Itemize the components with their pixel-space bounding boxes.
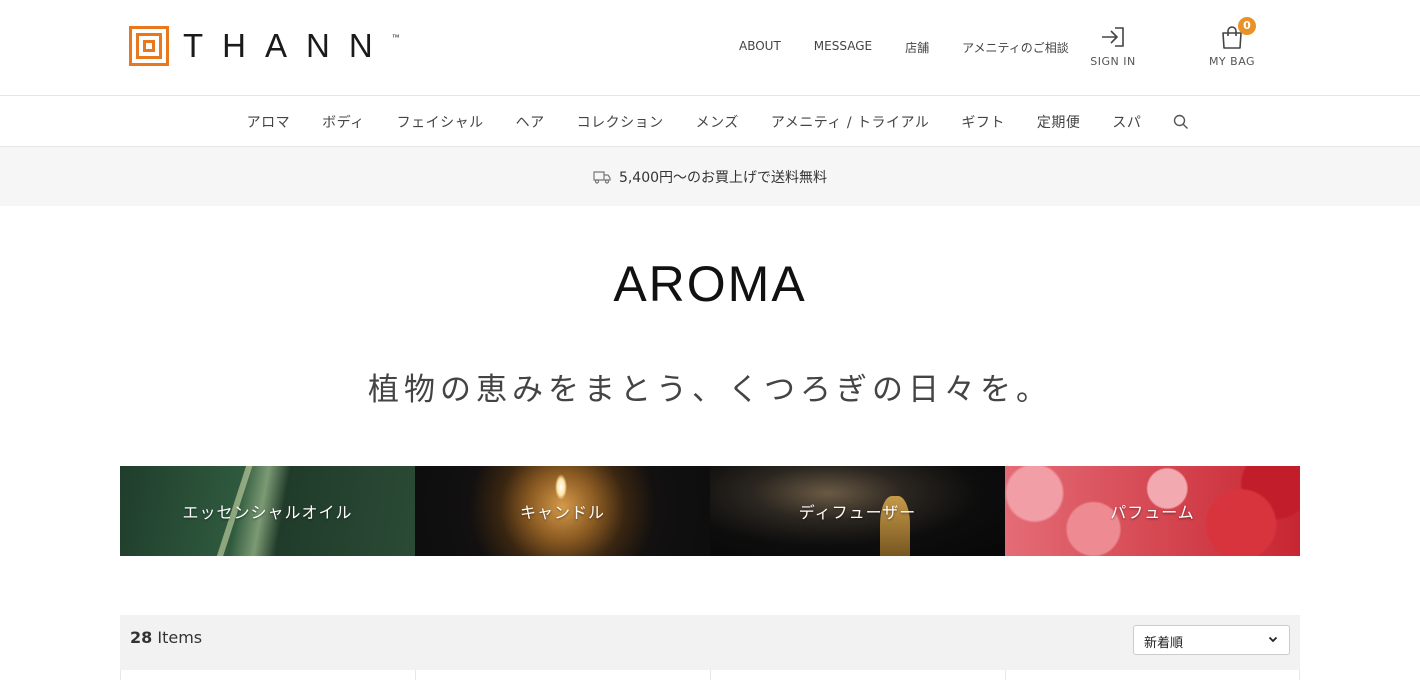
logo-text: THANN — [183, 27, 392, 64]
nav-message[interactable]: MESSAGE — [814, 39, 872, 56]
page-tagline: 植物の恵みをまとう、くつろぎの日々を。 — [368, 372, 1052, 408]
bag-count-badge: 0 — [1238, 17, 1256, 35]
subcategory-tiles: エッセンシャルオイル キャンドル ディフューザー パフューム — [120, 466, 1300, 556]
tile-label: パフューム — [1110, 503, 1195, 522]
cat-spa[interactable]: スパ — [1112, 112, 1141, 132]
tile-label: キャンドル — [519, 503, 605, 522]
tile-diffuser[interactable]: ディフューザー — [710, 466, 1005, 556]
thann-logo[interactable]: THANN ™ — [129, 26, 400, 66]
my-bag-label: MY BAG — [1208, 55, 1256, 68]
nav-stores[interactable]: 店舗 — [905, 39, 929, 56]
utility-nav: ABOUT MESSAGE 店舗 アメニティのご相談 — [739, 39, 1102, 56]
cat-aroma[interactable]: アロマ — [247, 112, 291, 132]
product-card[interactable] — [1005, 670, 1300, 680]
item-count-number: 28 — [130, 628, 153, 647]
sign-in-button[interactable]: SIGN IN — [1090, 26, 1136, 68]
nav-amenity-consult[interactable]: アメニティのご相談 — [962, 39, 1069, 56]
cat-amenity-trial[interactable]: アメニティ / トライアル — [771, 112, 929, 132]
search-icon — [1174, 114, 1189, 129]
item-count: 28 Items — [130, 628, 202, 647]
product-grid-top — [120, 670, 1300, 680]
item-count-label: Items — [152, 628, 203, 647]
tile-label: エッセンシャルオイル — [182, 503, 353, 522]
site-header: THANN ™ ABOUT MESSAGE 店舗 アメニティのご相談 SIGN … — [0, 0, 1420, 96]
shipping-text: 5,400円～のお買上げで送料無料 — [618, 169, 828, 186]
my-bag-button[interactable]: 0 MY BAG — [1207, 17, 1257, 68]
product-card[interactable] — [710, 670, 1005, 680]
category-nav: アロマ ボディ フェイシャル ヘア コレクション メンズ アメニティ / トライ… — [0, 97, 1420, 147]
listing-toolbar: 28 Items 新着順 — [120, 615, 1300, 670]
cat-facial[interactable]: フェイシャル — [397, 112, 484, 132]
cat-mens[interactable]: メンズ — [696, 112, 739, 132]
product-card[interactable] — [120, 670, 415, 680]
cat-subscription[interactable]: 定期便 — [1037, 112, 1081, 132]
sign-in-label: SIGN IN — [1090, 55, 1136, 68]
chevron-down-icon — [1268, 636, 1278, 643]
tile-candle[interactable]: キャンドル — [415, 466, 710, 556]
cat-hair[interactable]: ヘア — [516, 112, 545, 132]
product-card[interactable] — [415, 670, 710, 680]
page-title: AROMA — [613, 256, 807, 312]
logo-mark-icon — [129, 26, 169, 66]
cat-collection[interactable]: コレクション — [577, 112, 664, 132]
cat-gift[interactable]: ギフト — [961, 112, 1005, 132]
nav-about[interactable]: ABOUT — [739, 39, 781, 56]
sort-value: 新着順 — [1144, 636, 1184, 651]
cat-body[interactable]: ボディ — [322, 112, 365, 132]
tile-perfume[interactable]: パフューム — [1005, 466, 1300, 556]
shipping-banner: 5,400円～のお買上げで送料無料 — [0, 147, 1420, 206]
search-button[interactable] — [1173, 114, 1189, 130]
tile-essential-oil[interactable]: エッセンシャルオイル — [120, 466, 415, 556]
delivery-truck-icon — [593, 170, 611, 184]
tile-label: ディフューザー — [798, 503, 917, 522]
sort-select[interactable]: 新着順 — [1133, 625, 1290, 655]
logo-trademark: ™ — [391, 33, 400, 42]
sign-in-icon — [1102, 27, 1124, 47]
